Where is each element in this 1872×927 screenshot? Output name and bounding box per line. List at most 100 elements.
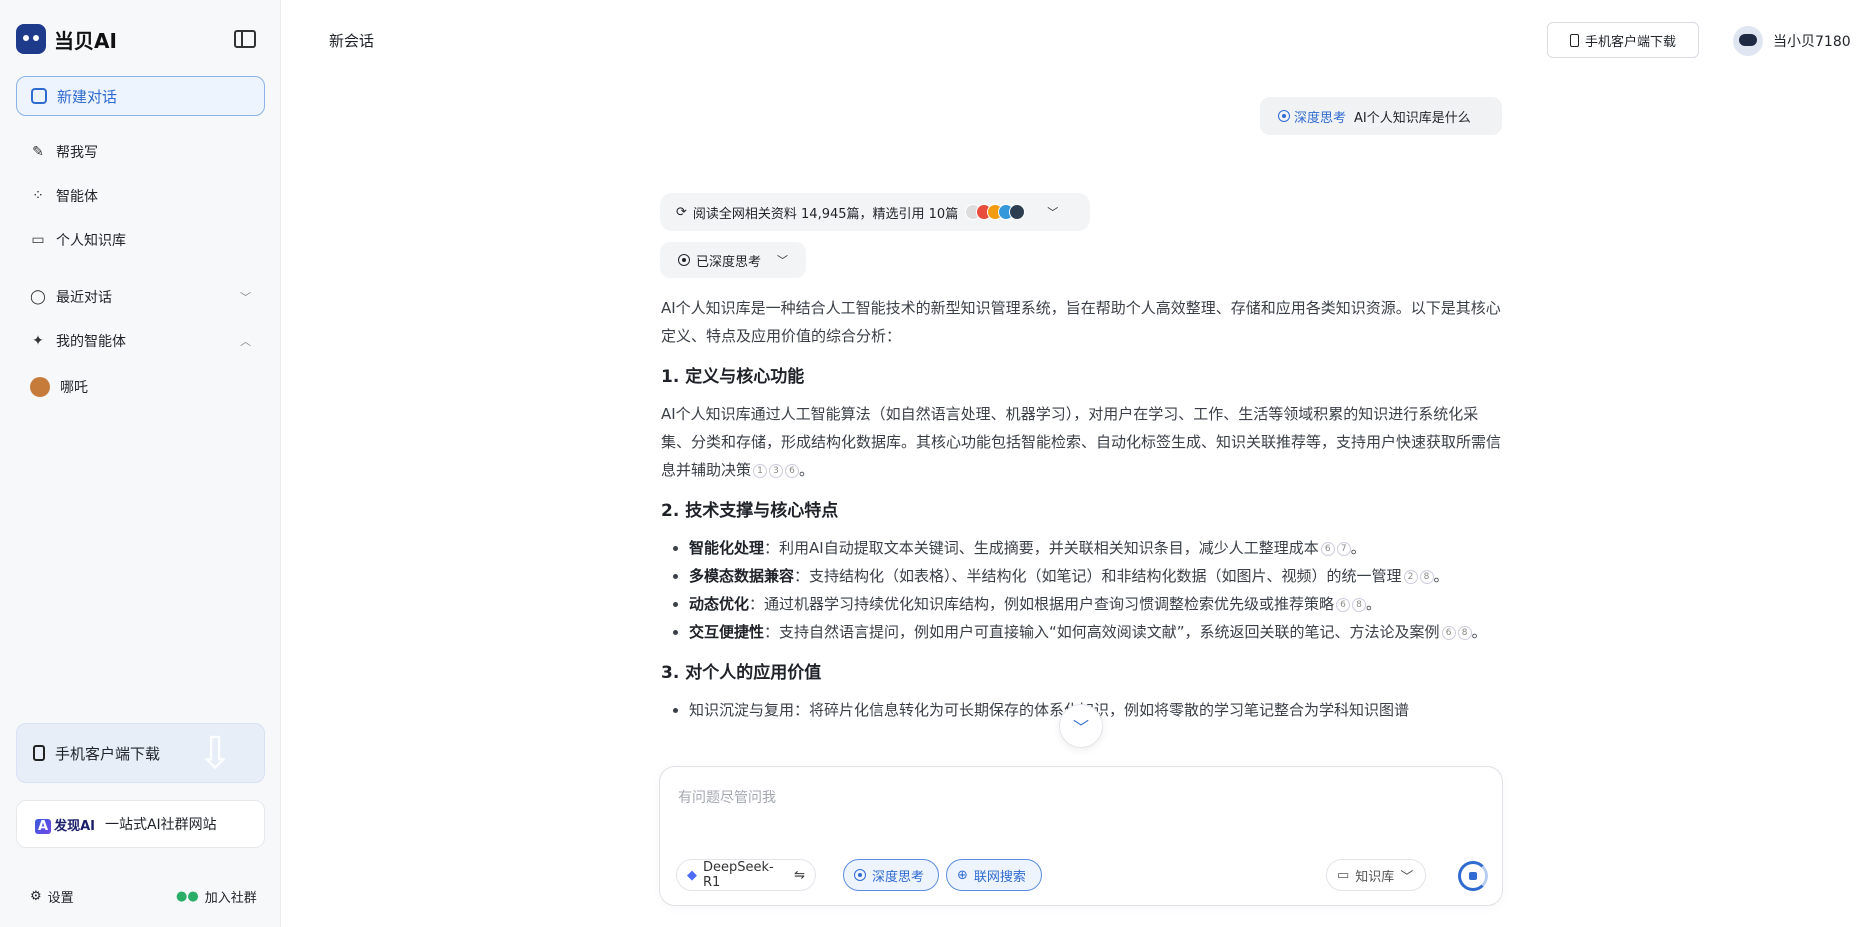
- thought-label: 已深度思考: [696, 254, 762, 270]
- citation-badge[interactable]: 6: [1320, 542, 1335, 556]
- site-text: 一站式AI社群网站: [104, 817, 217, 833]
- deep-think-toggle[interactable]: 深度思考: [843, 859, 939, 891]
- sidebar-item-knowledge[interactable]: ▭ 个人知识库: [16, 222, 265, 258]
- logo[interactable]: 当贝AI: [16, 24, 117, 54]
- apps-icon: ⁘: [32, 188, 44, 204]
- download-arrows-icon: ⇩: [196, 728, 234, 779]
- chat-input-placeholder[interactable]: 有问题尽管问我: [678, 787, 776, 807]
- sidebar-item-label: 我的智能体: [56, 334, 126, 350]
- user-message: 深度思考 AI个人知识库是什么: [1260, 97, 1502, 135]
- robot-logo-icon: [16, 24, 46, 54]
- chevron-down-icon: ﹀: [1072, 718, 1089, 737]
- deep-think-label: 深度思考: [872, 869, 925, 885]
- citation-badge[interactable]: 8: [1457, 626, 1472, 640]
- stop-generation-button[interactable]: [1458, 861, 1488, 891]
- knowledge-base-selector[interactable]: ▭ 知识库 ﹀: [1326, 859, 1426, 891]
- chevron-down-icon: ﹀: [1047, 206, 1059, 219]
- wechat-icon: ●●: [176, 889, 199, 904]
- citation-badge[interactable]: 8: [1419, 570, 1434, 584]
- answer-heading: 1. 定义与核心功能: [661, 367, 805, 387]
- sources-text: 阅读全网相关资料 14,945篇，精选引用 10篇: [692, 206, 959, 222]
- model-selector[interactable]: ◆ DeepSeek-R1 ⇋: [676, 859, 816, 891]
- app-download-banner[interactable]: 手机客户端下载 ⇩: [16, 723, 265, 783]
- sidebar: 当贝AI 新建对话 ✎ 帮我写 ⁘ 智能体 ▭ 个人知识库 ◯ 最近对话 ﹀ ✦…: [0, 0, 281, 927]
- answer-intro: AI个人知识库是一种结合人工智能技术的新型知识管理系统，旨在帮助个人高效整理、存…: [661, 299, 1501, 345]
- atom-icon: [854, 869, 866, 881]
- list-item: 动态优化：通过机器学习持续优化知识库结构，例如根据用户查询习惯调整检索优先级或推…: [689, 590, 1501, 618]
- citation-badge[interactable]: 6: [1336, 598, 1351, 612]
- logo-text: 当贝AI: [54, 28, 117, 53]
- sidebar-item-my-agents[interactable]: ✦ 我的智能体 ︿: [16, 323, 265, 359]
- model-name: DeepSeek-R1: [703, 860, 774, 890]
- download-app-button[interactable]: 手机客户端下载: [1547, 22, 1699, 58]
- folder-icon: ▭: [31, 232, 45, 248]
- chat-bubble-icon: ◯: [30, 289, 46, 305]
- avatar: [30, 377, 50, 397]
- avatar: [1733, 26, 1763, 56]
- community-site-link[interactable]: A 发现AI 一站式AI社群网站: [16, 800, 265, 848]
- folder-icon: ▭: [1337, 867, 1350, 883]
- site-logo: A 发现AI: [35, 815, 95, 834]
- scroll-to-bottom-button[interactable]: ﹀: [1059, 704, 1103, 748]
- sidebar-item-write[interactable]: ✎ 帮我写: [16, 134, 265, 170]
- username: 当小贝7180: [1773, 34, 1851, 50]
- list-item: 交互便捷性：支持自然语言提问，例如用户可直接输入“如何高效阅读文献”，系统返回关…: [689, 618, 1501, 646]
- chevron-up-icon: ︿: [240, 335, 251, 348]
- atom-icon: [1278, 110, 1290, 122]
- answer-heading: 2. 技术支撑与核心特点: [661, 501, 839, 521]
- chevron-down-icon: ﹀: [777, 254, 789, 267]
- agent-item-nezha[interactable]: 哪吒: [16, 369, 265, 405]
- citation-badge[interactable]: 2: [1403, 570, 1418, 584]
- citation-badge[interactable]: 6: [785, 464, 800, 478]
- sidebar-item-label: 智能体: [56, 189, 98, 205]
- globe-icon: ⊕: [957, 867, 968, 883]
- settings-label: 设置: [47, 891, 74, 906]
- phone-icon: [33, 745, 45, 761]
- new-chat-button[interactable]: 新建对话: [16, 76, 265, 116]
- citation-badge[interactable]: 8: [1352, 598, 1367, 612]
- source-favicons: [965, 204, 1026, 220]
- phone-icon: [1569, 33, 1579, 47]
- citation-badge[interactable]: 7: [1336, 542, 1351, 556]
- search-refresh-icon: ⟳: [676, 204, 687, 220]
- kb-label: 知识库: [1355, 869, 1395, 885]
- atom-icon: [678, 254, 690, 266]
- source-icon: [1009, 204, 1026, 220]
- page-title: 新会话: [329, 32, 375, 50]
- assistant-answer: AI个人知识库是一种结合人工智能技术的新型知识管理系统，旨在帮助个人高效整理、存…: [661, 294, 1501, 762]
- citation-badge[interactable]: 3: [769, 464, 784, 478]
- user-question: AI个人知识库是什么: [1354, 110, 1471, 126]
- sidebar-item-agents[interactable]: ⁘ 智能体: [16, 178, 265, 214]
- join-community-button[interactable]: ●● 加入社群: [176, 887, 257, 906]
- sidebar-toggle-icon[interactable]: [234, 30, 256, 48]
- sidebar-item-recent[interactable]: ◯ 最近对话 ﹀: [16, 279, 265, 315]
- answer-list: 智能化处理：利用AI自动提取文本关键词、生成摘要，并关联相关知识条目，减少人工整…: [661, 534, 1501, 646]
- join-label: 加入社群: [204, 891, 257, 906]
- agent-name: 哪吒: [60, 380, 88, 396]
- swap-icon: ⇋: [794, 867, 805, 883]
- web-search-toggle[interactable]: ⊕ 联网搜索: [946, 859, 1042, 891]
- chevron-down-icon: ﹀: [240, 291, 251, 304]
- thought-toggle[interactable]: 已深度思考 ﹀: [660, 242, 806, 278]
- user-menu[interactable]: 当小贝7180: [1733, 26, 1851, 56]
- sidebar-item-label: 最近对话: [56, 290, 112, 306]
- list-item: 多模态数据兼容：支持结构化（如表格）、半结构化（如笔记）和非结构化数据（如图片、…: [689, 562, 1501, 590]
- download-label: 手机客户端下载: [1584, 34, 1676, 50]
- new-chat-icon: [31, 88, 47, 104]
- settings-button[interactable]: ⚙ 设置: [30, 887, 74, 906]
- deepseek-icon: ◆: [687, 867, 697, 883]
- citation-badge[interactable]: 6: [1441, 626, 1456, 640]
- deep-think-tag: 深度思考: [1278, 107, 1346, 126]
- citation-badge[interactable]: 1: [753, 464, 768, 478]
- pen-icon: ✎: [32, 144, 44, 160]
- sources-summary[interactable]: ⟳ 阅读全网相关资料 14,945篇，精选引用 10篇 ﹀: [660, 193, 1090, 231]
- chat-input-box[interactable]: 有问题尽管问我 ◆ DeepSeek-R1 ⇋ 深度思考 ⊕ 联网搜索 ▭ 知识…: [659, 766, 1503, 906]
- promo-label: 手机客户端下载: [55, 744, 161, 763]
- answer-paragraph: AI个人知识库通过人工智能算法（如自然语言处理、机器学习），对用户在学习、工作、…: [661, 405, 1501, 479]
- answer-heading: 3. 对个人的应用价值: [661, 663, 822, 683]
- sidebar-item-label: 个人知识库: [56, 233, 126, 249]
- gear-icon: ⚙: [30, 889, 42, 904]
- list-item: 智能化处理：利用AI自动提取文本关键词、生成摘要，并关联相关知识条目，减少人工整…: [689, 534, 1501, 562]
- sparkle-icon: ✦: [32, 333, 44, 349]
- new-chat-label: 新建对话: [57, 87, 118, 106]
